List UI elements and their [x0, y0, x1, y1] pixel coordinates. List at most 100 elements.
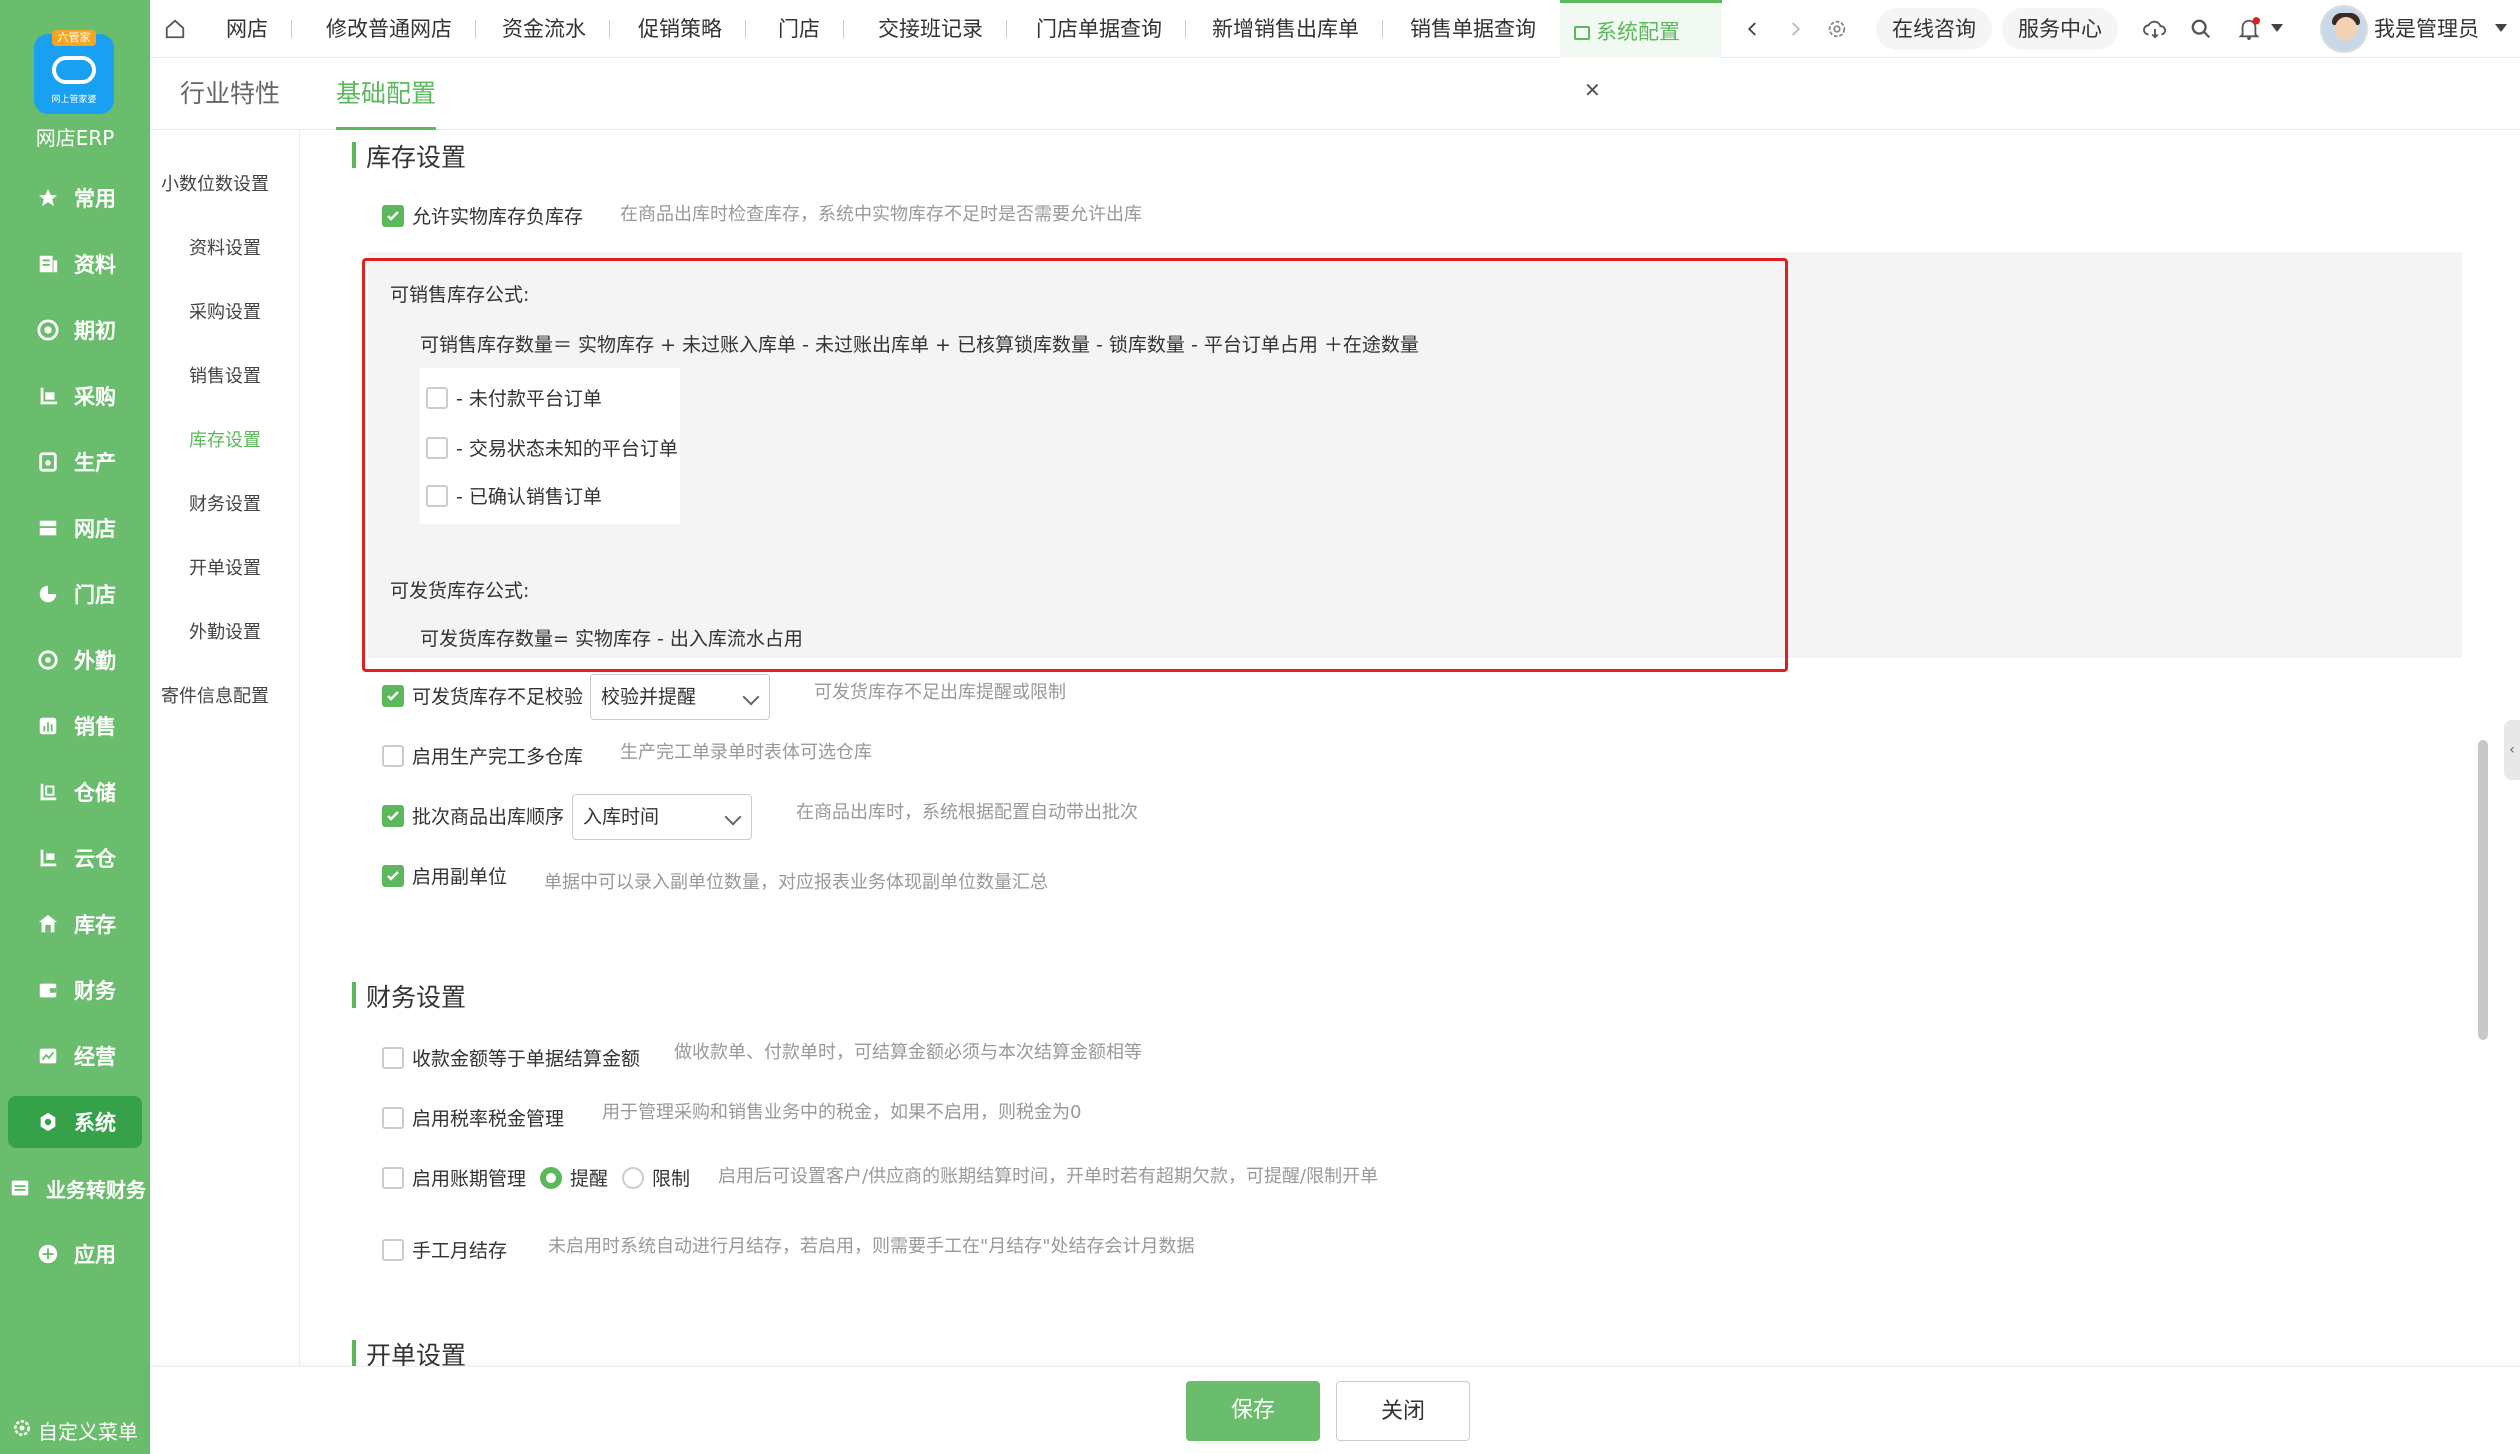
side-item-field[interactable]: 外勤设置: [150, 618, 300, 644]
nav-label: 财务: [74, 979, 116, 1003]
multi-warehouse-checkbox[interactable]: [382, 744, 404, 767]
left-nav: 六管家 网上管家婆 网店ERP 常用 资料 期初 采购 生产 网店 门店 外勤 …: [0, 0, 150, 1454]
side-item-decimals[interactable]: 小数位数设置: [140, 170, 290, 196]
tab-edit-webstore[interactable]: 修改普通网店: [326, 0, 476, 58]
tab-shop-documents[interactable]: 门店单据查询: [1036, 0, 1186, 58]
save-button[interactable]: 保存: [1186, 1381, 1320, 1441]
tab-promotion[interactable]: 促销策略: [638, 0, 746, 58]
home-icon[interactable]: [160, 14, 190, 44]
service-center-button[interactable]: 服务中心: [2002, 8, 2118, 50]
avatar[interactable]: [2320, 5, 2368, 53]
option-confirmed-checkbox[interactable]: [426, 484, 448, 507]
cloud-download-icon[interactable]: [2140, 14, 2170, 44]
collapse-handle[interactable]: ‹: [2504, 720, 2520, 780]
shippable-check-label: 可发货库存不足校验: [412, 686, 584, 708]
radio-limit[interactable]: [622, 1166, 645, 1189]
side-item-data[interactable]: 资料设置: [150, 234, 300, 260]
factory-icon: [36, 450, 60, 474]
payment-term-checkbox[interactable]: [382, 1166, 404, 1189]
nav-item-production[interactable]: 生产: [8, 436, 142, 488]
nav-item-apps[interactable]: 应用: [8, 1228, 142, 1280]
nav-item-sales[interactable]: 销售: [8, 700, 142, 752]
online-consult-button[interactable]: 在线咨询: [1876, 8, 1992, 50]
allow-negative-checkbox[interactable]: [382, 204, 404, 227]
monthly-checkbox[interactable]: [382, 1238, 404, 1261]
bell-icon[interactable]: [2234, 14, 2264, 44]
section-title-finance: 财务设置: [352, 978, 466, 1014]
allow-negative-label: 允许实物库存负库存: [412, 206, 584, 228]
option-unpaid-checkbox[interactable]: [426, 386, 448, 409]
tax-label: 启用税率税金管理: [412, 1108, 565, 1130]
scrollbar[interactable]: [2478, 740, 2488, 1040]
nav-item-system[interactable]: 系统: [8, 1096, 142, 1148]
option-unknown-row: - 交易状态未知的平台订单: [426, 434, 678, 461]
chart-icon: [36, 714, 60, 738]
star-icon: [36, 186, 60, 210]
sub-tabs: 行业特性 基础配置: [150, 58, 2520, 130]
search-icon[interactable]: [2186, 14, 2216, 44]
subtab-basic-config[interactable]: 基础配置: [336, 58, 437, 130]
tab-system-config[interactable]: 系统配置 ✕: [1560, 0, 1722, 102]
sub-unit-hint: 单据中可以录入副单位数量，对应报表业务体现副单位数量汇总: [544, 872, 1048, 893]
shippable-check-checkbox[interactable]: [382, 684, 404, 707]
nav-label: 常用: [74, 187, 116, 211]
side-item-finance[interactable]: 财务设置: [150, 490, 300, 516]
nav-item-field[interactable]: 外勤: [8, 634, 142, 686]
nav-item-shop[interactable]: 门店: [8, 568, 142, 620]
shop-icon: [36, 582, 60, 606]
transfer-icon: [8, 1176, 32, 1200]
nav-item-business[interactable]: 经营: [8, 1030, 142, 1082]
nav-item-inventory[interactable]: 库存: [8, 898, 142, 950]
nav-item-common[interactable]: 常用: [8, 172, 142, 224]
radio-remind[interactable]: [540, 1166, 563, 1189]
shippable-check-select[interactable]: 校验并提醒: [590, 674, 770, 720]
nav-item-warehouse[interactable]: 仓储: [8, 766, 142, 818]
batch-order-row: 批次商品出库顺序: [382, 802, 564, 829]
chevron-left-icon[interactable]: [1738, 14, 1768, 44]
gear-icon: [12, 1418, 32, 1443]
side-item-shipping-info[interactable]: 寄件信息配置: [140, 682, 290, 708]
tab-new-sales-outbound[interactable]: 新增销售出库单: [1212, 0, 1383, 58]
close-button[interactable]: 关闭: [1336, 1381, 1470, 1441]
caret-down-icon[interactable]: [2486, 14, 2516, 44]
settings-icon: [36, 1110, 60, 1134]
nav-label: 云仓: [74, 847, 116, 871]
gear-icon[interactable]: [1822, 14, 1852, 44]
tab-fund-flow[interactable]: 资金流水: [502, 0, 610, 58]
username[interactable]: 我是管理员: [2374, 0, 2479, 58]
settings-content: 库存设置 允许实物库存负库存 在商品出库时检查库存，系统中实物库存不足时是否需要…: [300, 130, 2478, 1366]
side-item-inventory[interactable]: 库存设置: [150, 426, 300, 452]
chevron-right-icon[interactable]: [1780, 14, 1810, 44]
nav-item-business-to-finance[interactable]: 业务转财务: [0, 1162, 150, 1214]
tab-webstore[interactable]: 网店: [226, 0, 292, 58]
tab-bar: 网店 修改普通网店 资金流水 促销策略 门店 交接班记录 门店单据查询 新增销售…: [150, 0, 2520, 102]
batch-order-checkbox[interactable]: [382, 804, 404, 827]
option-unpaid-row: - 未付款平台订单: [426, 384, 602, 411]
nav-item-purchase[interactable]: 采购: [8, 370, 142, 422]
nav-item-finance[interactable]: 财务: [8, 964, 142, 1016]
customize-menu[interactable]: 自定义菜单: [12, 1416, 138, 1445]
allow-negative-hint: 在商品出库时检查库存，系统中实物库存不足时是否需要允许出库: [620, 204, 1142, 225]
store-icon: [36, 516, 60, 540]
sub-unit-checkbox[interactable]: [382, 864, 404, 887]
tab-sales-documents[interactable]: 销售单据查询: [1410, 0, 1536, 58]
option-unknown-checkbox[interactable]: [426, 436, 448, 459]
nav-item-webstore[interactable]: 网店: [8, 502, 142, 554]
shippable-check-value: 校验并提醒: [601, 686, 697, 708]
nav-item-initial[interactable]: 期初: [8, 304, 142, 356]
tax-checkbox[interactable]: [382, 1106, 404, 1129]
app-logo[interactable]: 六管家 网上管家婆: [34, 30, 114, 114]
side-item-purchase[interactable]: 采购设置: [150, 298, 300, 324]
side-item-sales[interactable]: 销售设置: [150, 362, 300, 388]
nav-item-cloud-warehouse[interactable]: 云仓: [8, 832, 142, 884]
multi-warehouse-row: 启用生产完工多仓库: [382, 742, 583, 769]
nav-item-data[interactable]: 资料: [8, 238, 142, 290]
monthly-hint: 未启用时系统自动进行月结存，若启用，则需要手工在"月结存"处结存会计月数据: [548, 1236, 1195, 1257]
side-item-order[interactable]: 开单设置: [150, 554, 300, 580]
tab-shift-records[interactable]: 交接班记录: [878, 0, 1007, 58]
caret-down-icon[interactable]: [2262, 14, 2292, 44]
subtab-industry[interactable]: 行业特性: [180, 58, 280, 130]
receipt-equal-checkbox[interactable]: [382, 1046, 404, 1069]
tab-shop[interactable]: 门店: [778, 0, 844, 58]
batch-order-select[interactable]: 入库时间: [572, 794, 752, 840]
